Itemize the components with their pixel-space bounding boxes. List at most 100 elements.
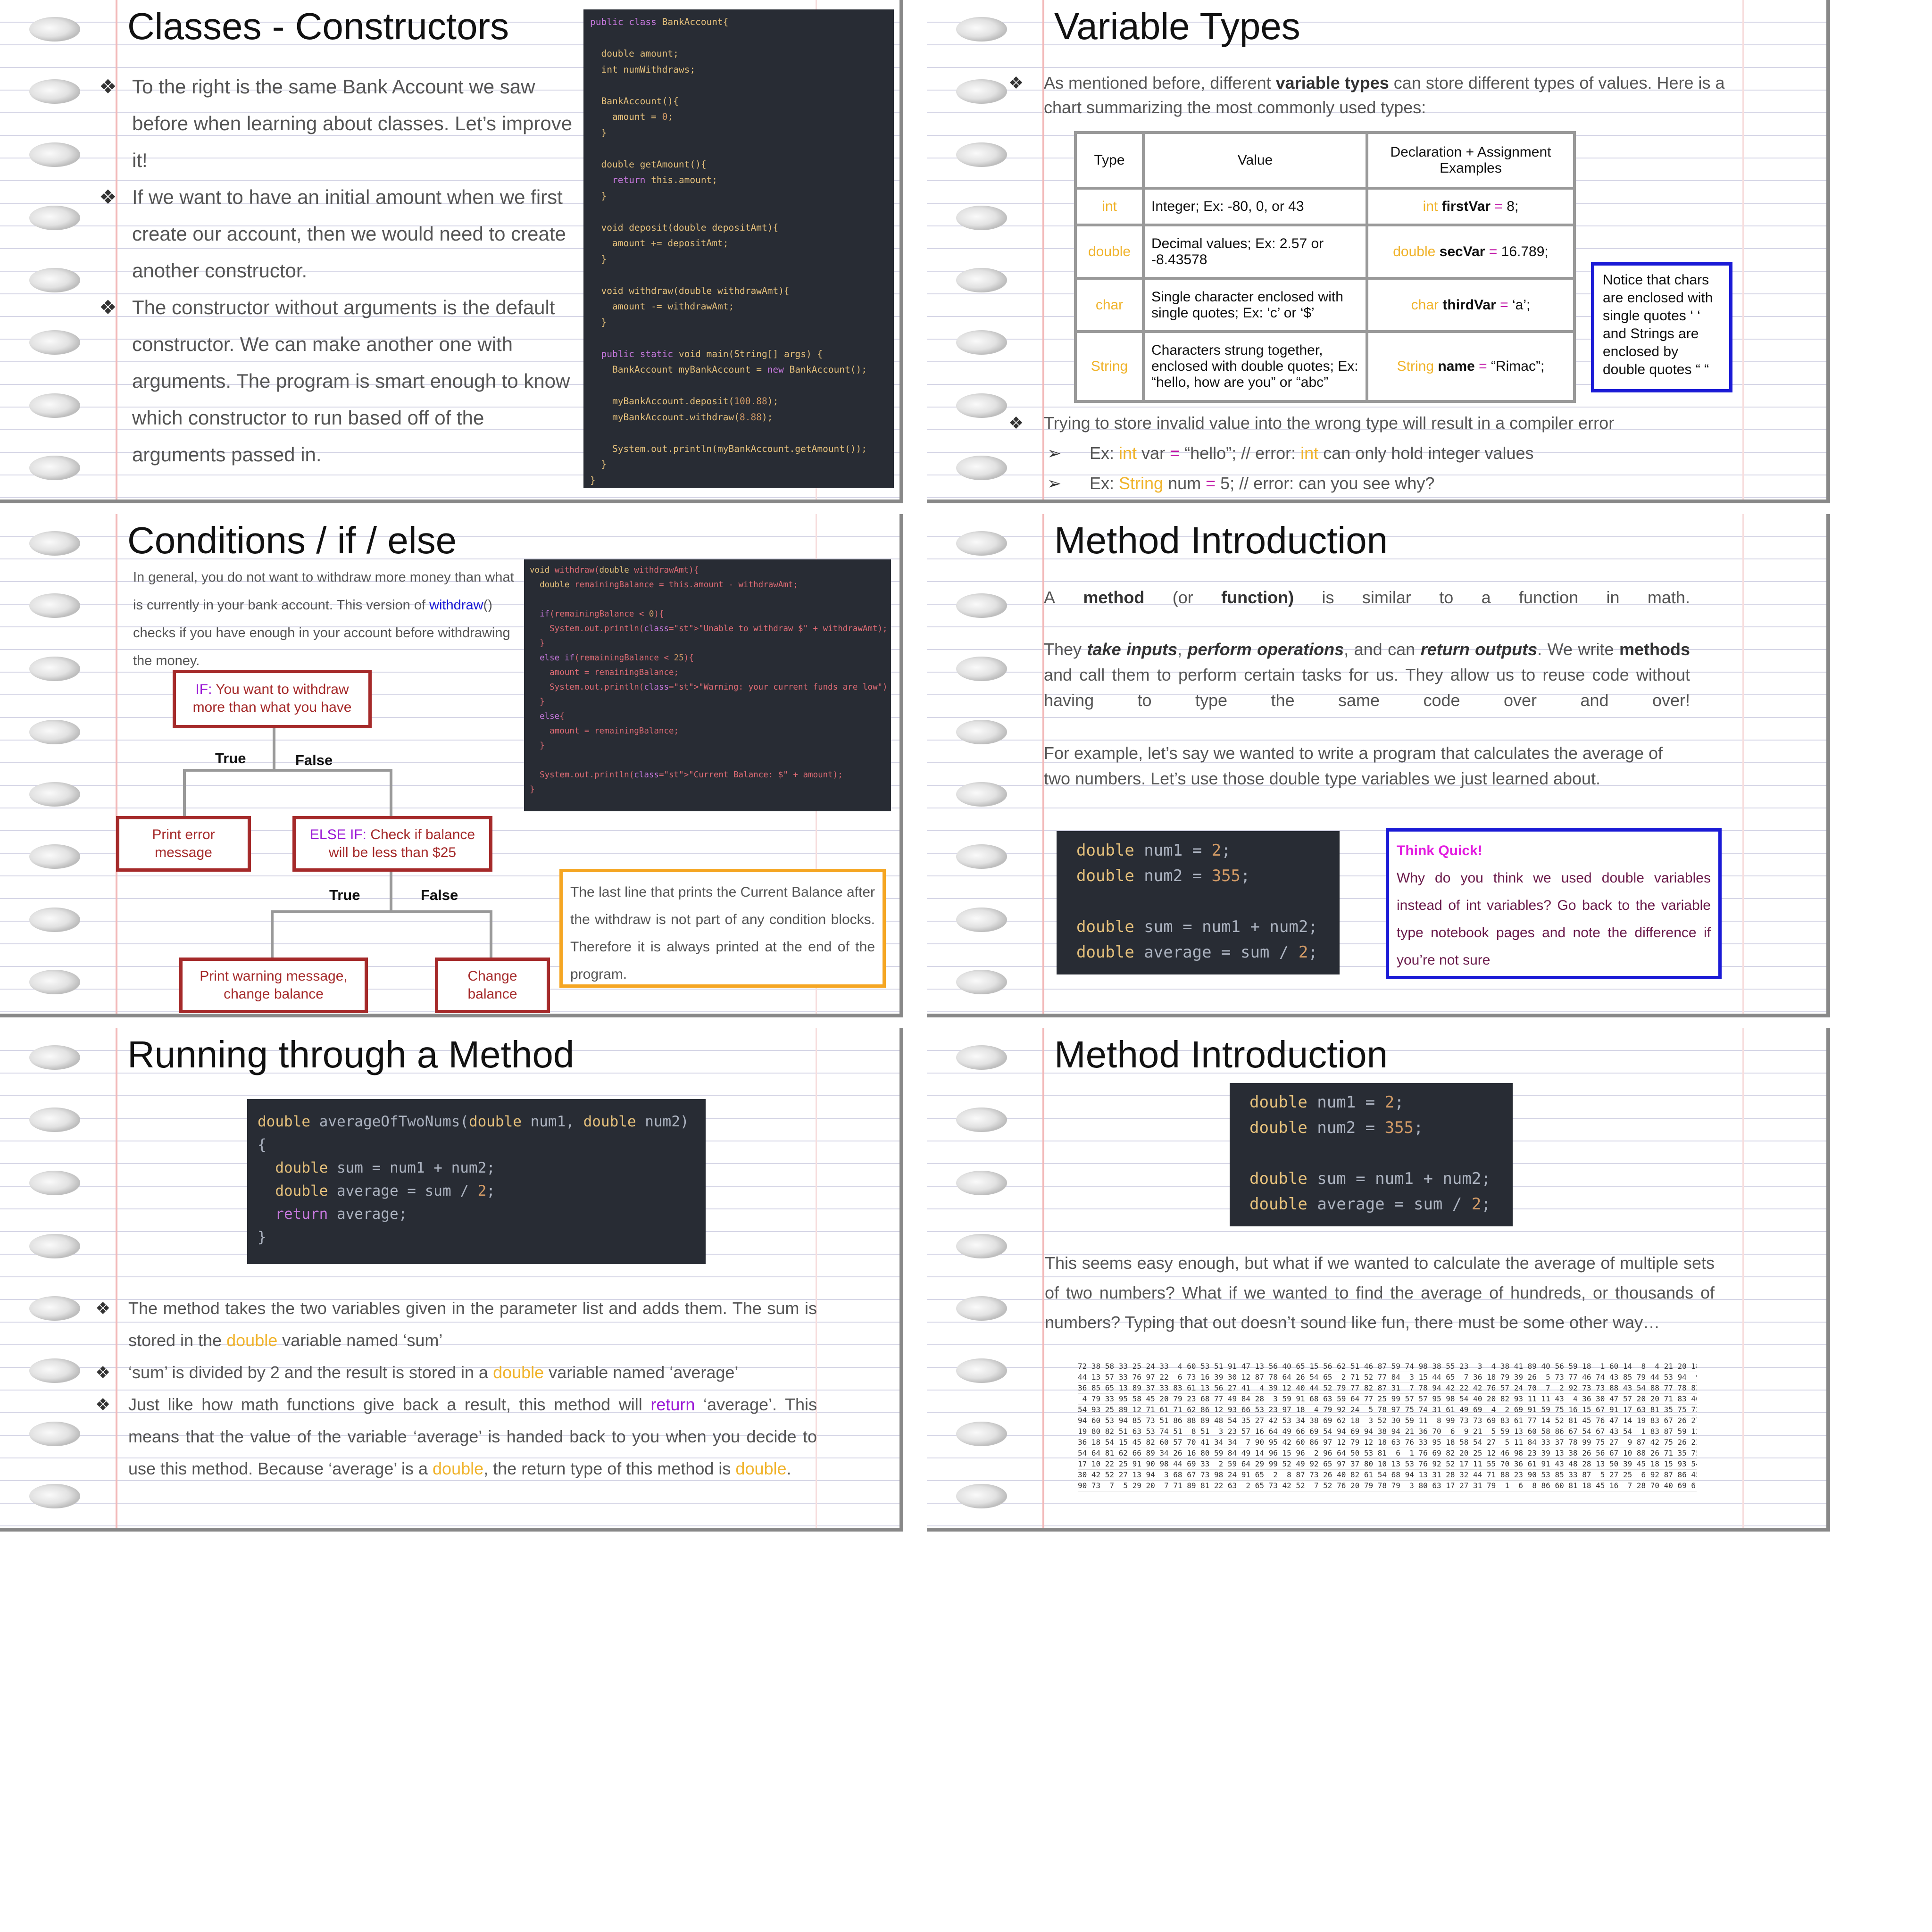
declaration-cell: int firstVar = 8; [1366, 187, 1576, 226]
notebook-hole-icon [29, 593, 80, 618]
code-line: } [590, 459, 607, 470]
think-quick-title: Think Quick! [1397, 843, 1482, 858]
connector-line [271, 910, 274, 960]
true-label: True [329, 887, 360, 903]
code-line: amount = 0; [590, 111, 674, 122]
code-line: double remainingBalance = this.amount - … [540, 580, 798, 590]
code-line: } [590, 316, 607, 328]
notebook-hole-icon [29, 1296, 80, 1321]
notebook-hole-icon [29, 531, 80, 556]
notebook-hole-icon [956, 1358, 1007, 1383]
code-line: double average = sum / 2; [1249, 1195, 1491, 1214]
notebook-hole-icon [29, 142, 80, 167]
value-cell: Characters strung together, enclosed wit… [1142, 330, 1368, 403]
number-grid-row: 44 13 57 33 76 97 22 6 73 16 39 30 12 87… [1078, 1372, 1697, 1383]
code-line: void deposit(double depositAmt){ [601, 222, 779, 233]
slide-variable-types: Variable Types ❖ As mentioned before, di… [927, 0, 1830, 503]
notebook-hole-icon [29, 908, 80, 932]
number-grid-row: 94 60 53 94 85 73 51 86 88 89 48 54 35 2… [1078, 1416, 1697, 1426]
code-block: public class BankAccount{ double amount;… [583, 9, 894, 488]
notebook-hole-icon [956, 142, 1007, 167]
code-line: else if(remainingBalance < 25){ [540, 653, 694, 663]
code-line: amount += depositAmt; [590, 238, 729, 249]
declaration-cell: double secVar = 16.789; [1366, 224, 1576, 280]
code-line: BankAccount(){ [590, 95, 679, 107]
example-line: ➢ Ex: String num = 5; // error: can you … [1047, 472, 1434, 495]
table-header-row: Type Value Declaration + Assignment Exam… [1074, 131, 1576, 190]
code-block: void withdraw(double withdrawAmt){ doubl… [524, 559, 891, 811]
value-cell: Single character enclosed with single qu… [1142, 277, 1368, 333]
false-label: False [421, 887, 458, 903]
notebook-hole-icon [29, 1422, 80, 1446]
notebook-hole-icon [29, 782, 80, 807]
paragraph-2: They take inputs, perform operations, an… [1044, 640, 1690, 710]
code-line: return average; [275, 1206, 408, 1223]
notebook-hole-icon [956, 908, 1007, 932]
notebook-hole-icon [29, 1234, 80, 1258]
bullet-item: ❖ The method takes the two variables give… [95, 1292, 817, 1357]
code-line: } [530, 639, 545, 648]
declaration-cell: char thirdVar = ‘a’; [1366, 277, 1576, 333]
notebook-hole-icon [956, 1171, 1007, 1195]
number-grid-row: 4 79 33 95 58 45 20 79 23 68 77 49 84 28… [1078, 1394, 1697, 1405]
code-line: } [590, 190, 607, 201]
code-line: myBankAccount.withdraw(8.88); [590, 411, 773, 423]
change-balance-box: Change balance [435, 958, 550, 1013]
notebook-hole-icon [956, 531, 1007, 556]
code-line: System.out.println(class="st">"Unable to… [530, 624, 888, 633]
number-grid-image: 72 38 58 33 25 24 33 4 60 53 51 91 47 13… [1078, 1361, 1697, 1512]
table-header: Value [1142, 131, 1368, 190]
bullet-diamond-icon: ❖ [1008, 73, 1024, 92]
notebook-hole-icon [956, 330, 1007, 355]
code-line: double num2 = 355; [1249, 1118, 1424, 1137]
notebook-hole-icon [956, 456, 1007, 480]
bullet-item: ❖ ‘sum’ is divided by 2 and the result is… [95, 1357, 817, 1389]
code-line: double average = sum / 2; [1076, 943, 1318, 962]
code-line: amount = remainingBalance; [530, 726, 679, 736]
number-grid-row: 17 10 22 25 91 90 98 44 69 33 2 59 64 29… [1078, 1459, 1697, 1470]
code-line: double num2 = 355; [1076, 866, 1250, 885]
true-label: True [215, 750, 246, 766]
slide-constructors: Classes - Constructors ❖ To the right is … [0, 0, 903, 503]
code-line: double getAmount(){ [601, 158, 707, 170]
bullet-list: ❖ To the right is the same Bank Account w… [99, 68, 580, 473]
connector-line [273, 728, 275, 772]
bullet-list: ❖ The method takes the two variables give… [95, 1292, 817, 1485]
notebook-hole-icon [29, 1358, 80, 1383]
slide-title: Classes - Constructors [127, 5, 509, 47]
print-error-box: Print error message [116, 816, 251, 872]
notebook-hole-icon [29, 720, 80, 744]
notebook-hole-icon [29, 1045, 80, 1070]
notebook-hole-icon [29, 79, 80, 104]
notebook-hole-icon [29, 393, 80, 418]
notebook-hole-icon [29, 268, 80, 292]
type-cell: int [1074, 187, 1145, 226]
slide-title: Running through a Method [127, 1033, 575, 1075]
notebook-hole-icon [29, 970, 80, 994]
notebook-hole-icon [956, 1108, 1007, 1132]
code-line: System.out.println(myBankAccount.getAmou… [590, 443, 867, 454]
variable-types-table: Type Value Declaration + Assignment Exam… [1074, 131, 1576, 403]
notebook-hole-icon [29, 844, 80, 869]
code-line: if(remainingBalance < 0){ [540, 609, 664, 619]
code-line: } [530, 741, 545, 750]
number-grid-row: 72 38 58 33 25 24 33 4 60 53 51 91 47 13… [1078, 1361, 1697, 1372]
bullet-diamond-icon: ❖ [1008, 413, 1024, 433]
connector-line [390, 769, 392, 816]
margin-line [116, 1028, 117, 1528]
notebook-hole-icon [956, 1234, 1007, 1258]
table-row: String Characters strung together, enclo… [1074, 330, 1576, 403]
notebook-hole-icon [29, 1108, 80, 1132]
code-line: public class BankAccount{ [590, 17, 729, 27]
code-line: public static void main(String[] args) { [601, 348, 823, 359]
bullet-diamond-icon: ❖ [99, 296, 117, 318]
connector-line [183, 769, 392, 772]
code-line: double averageOfTwoNums(double num1, dou… [258, 1113, 689, 1130]
code-line: double sum = num1 + num2; [1249, 1169, 1491, 1188]
code-line: BankAccount myBankAccount = new BankAcco… [590, 364, 867, 375]
